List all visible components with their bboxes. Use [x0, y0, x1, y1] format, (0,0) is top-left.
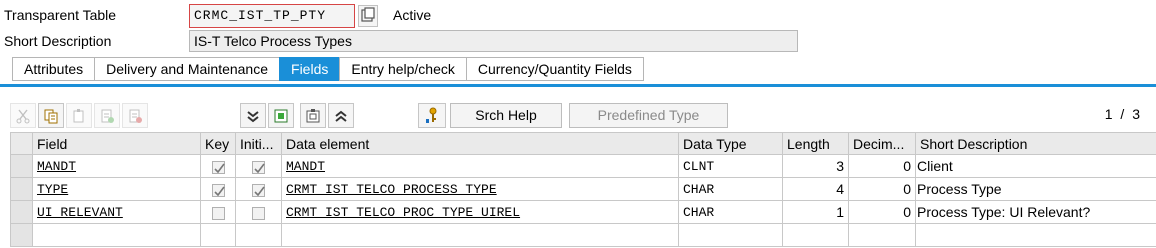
data-type-cell: CHAR	[678, 200, 783, 224]
row-selector[interactable]	[10, 177, 33, 201]
initial-cell[interactable]	[235, 223, 282, 247]
length-cell: 1	[782, 200, 849, 224]
srch-help-button[interactable]: Srch Help	[450, 103, 562, 128]
insert-row-button[interactable]	[94, 103, 120, 128]
table-row: TYPE CRMT_IST_TELCO_PROCESS_TYPE CHAR 4 …	[10, 177, 1156, 201]
collapse-icon	[247, 110, 259, 122]
include-icon	[306, 108, 320, 122]
copy-button[interactable]	[38, 103, 64, 128]
copy-window-icon	[361, 7, 375, 22]
cut-button[interactable]	[10, 103, 36, 128]
table-row: UI_RELEVANT CRMT_IST_TELCO_PROC_TYPE_UIR…	[10, 200, 1156, 224]
data-element-cell[interactable]: MANDT	[281, 154, 679, 178]
table-name-field[interactable]: CRMC_IST_TP_PTY	[189, 4, 355, 28]
tab-fields[interactable]: Fields	[279, 57, 340, 81]
display-object-button[interactable]	[358, 5, 378, 27]
data-element-cell[interactable]: CRMT_IST_TELCO_PROCESS_TYPE	[281, 177, 679, 201]
grid-toolbar: Srch Help Predefined Type 1 / 3	[0, 103, 1156, 129]
copy-icon	[44, 109, 58, 123]
key-checkbox[interactable]	[211, 160, 225, 174]
data-type-cell	[678, 223, 783, 247]
tab-attributes[interactable]: Attributes	[12, 57, 95, 81]
table-type-label: Transparent Table	[4, 7, 117, 23]
tab-currency-quantity-fields[interactable]: Currency/Quantity Fields	[465, 57, 644, 81]
key-cell[interactable]	[200, 154, 236, 178]
tab-underline	[0, 84, 1156, 87]
initial-checkbox[interactable]	[252, 183, 265, 197]
row-selector[interactable]	[10, 223, 33, 247]
tab-strip: Attributes Delivery and Maintenance Fiel…	[12, 57, 644, 81]
initial-cell[interactable]	[235, 200, 282, 224]
new-field-button[interactable]	[268, 103, 294, 128]
data-element-cell[interactable]	[281, 223, 679, 247]
collapse-button[interactable]	[240, 103, 266, 128]
cut-icon	[16, 109, 30, 123]
decimals-cell	[848, 223, 916, 247]
field-name-cell[interactable]: MANDT	[32, 154, 201, 178]
paste-button[interactable]	[66, 103, 92, 128]
key-cell[interactable]	[200, 177, 236, 201]
delete-row-icon	[129, 109, 142, 123]
col-header-decimals[interactable]: Decim...	[848, 132, 916, 155]
short-description-cell: Process Type	[915, 177, 1156, 201]
table-header-row: Field Key Initi... Data element Data Typ…	[10, 132, 1156, 155]
insert-row-icon	[101, 109, 114, 123]
col-header-length[interactable]: Length	[782, 132, 849, 155]
short-description-cell: Process Type: UI Relevant?	[915, 200, 1156, 224]
tab-delivery-maintenance[interactable]: Delivery and Maintenance	[94, 57, 280, 81]
row-selector[interactable]	[10, 154, 33, 178]
key-cell[interactable]	[200, 200, 236, 224]
col-header-field[interactable]: Field	[32, 132, 201, 155]
decimals-cell: 0	[848, 154, 916, 178]
initial-checkbox[interactable]	[252, 160, 265, 174]
row-selector[interactable]	[10, 200, 33, 224]
length-cell	[782, 223, 849, 247]
short-description-cell	[915, 223, 1156, 247]
delete-row-button[interactable]	[122, 103, 148, 128]
include-button[interactable]	[300, 103, 326, 128]
length-cell: 3	[782, 154, 849, 178]
table-row: MANDT MANDT CLNT 3 0 Client	[10, 154, 1156, 178]
field-name-cell[interactable]	[32, 223, 201, 247]
empty-row	[10, 223, 1156, 247]
field-name-cell[interactable]: UI_RELEVANT	[32, 200, 201, 224]
col-header-key[interactable]: Key	[200, 132, 236, 155]
expand-button[interactable]	[328, 103, 354, 128]
search-help-key-button[interactable]	[418, 103, 446, 128]
key-checkbox[interactable]	[211, 206, 225, 220]
length-cell: 4	[782, 177, 849, 201]
expand-icon	[335, 110, 347, 122]
initial-cell[interactable]	[235, 177, 282, 201]
key-cell[interactable]	[200, 223, 236, 247]
col-header-short-description[interactable]: Short Description	[915, 132, 1156, 155]
col-header-data-element[interactable]: Data element	[281, 132, 679, 155]
data-element-cell[interactable]: CRMT_IST_TELCO_PROC_TYPE_UIREL	[281, 200, 679, 224]
initial-checkbox[interactable]	[252, 206, 265, 220]
short-description-cell: Client	[915, 154, 1156, 178]
initial-cell[interactable]	[235, 154, 282, 178]
decimals-cell: 0	[848, 177, 916, 201]
select-all-corner[interactable]	[10, 132, 33, 155]
new-field-icon	[274, 109, 288, 122]
short-desc-label: Short Description	[4, 33, 112, 49]
paste-icon	[73, 108, 84, 122]
status-text: Active	[393, 7, 432, 23]
decimals-cell: 0	[848, 200, 916, 224]
search-help-icon	[426, 107, 437, 123]
field-name-cell[interactable]: TYPE	[32, 177, 201, 201]
data-type-cell: CLNT	[678, 154, 783, 178]
short-desc-field[interactable]: IS-T Telco Process Types	[189, 30, 798, 52]
data-type-cell: CHAR	[678, 177, 783, 201]
col-header-initial[interactable]: Initi...	[235, 132, 282, 155]
col-header-data-type[interactable]: Data Type	[678, 132, 783, 155]
fields-table: Field Key Initi... Data element Data Typ…	[10, 132, 1156, 247]
key-checkbox[interactable]	[211, 183, 225, 197]
page-indicator: 1 / 3	[1104, 106, 1142, 122]
predefined-type-button[interactable]: Predefined Type	[569, 103, 728, 128]
tab-entry-help-check[interactable]: Entry help/check	[339, 57, 466, 81]
